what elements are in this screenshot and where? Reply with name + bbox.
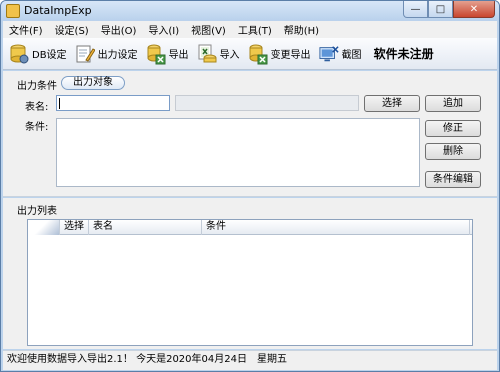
table-name-label: 表名: [25, 102, 49, 113]
database-change-icon [248, 43, 268, 65]
edit-condition-button[interactable]: 条件编辑 [425, 171, 481, 188]
output-conditions-label: 出力条件 [17, 81, 57, 92]
excel-import-icon [197, 43, 217, 65]
tab-output-object[interactable]: 出力对象 [61, 76, 125, 90]
unregistered-notice: 软件未注册 [373, 47, 434, 61]
window-controls: — □ ✕ [403, 1, 495, 18]
menu-file[interactable]: 文件(F) [3, 22, 49, 37]
change-export-label: 变更导出 [270, 50, 311, 61]
import-label: 导入 [219, 50, 240, 61]
text-cursor [59, 98, 60, 109]
toolbar: DB设定 出力设定 导出 导入 变更导出 截图 软件未注册 [3, 38, 497, 70]
table-name-input[interactable] [56, 95, 170, 111]
menu-settings[interactable]: 设定(S) [49, 22, 95, 37]
db-settings-button[interactable]: DB设定 [9, 43, 67, 65]
select-button[interactable]: 选择 [364, 95, 420, 112]
condition-label: 条件: [25, 122, 49, 133]
add-button[interactable]: 追加 [425, 95, 481, 112]
grid-corner[interactable] [28, 220, 60, 235]
menu-view[interactable]: 视图(V) [185, 22, 232, 37]
column-header-condition[interactable]: 条件 [202, 220, 470, 235]
export-button[interactable]: 导出 [146, 43, 189, 65]
title-bar: DataImpExp — □ ✕ [1, 1, 499, 21]
minimize-button[interactable]: — [403, 1, 428, 18]
output-settings-label: 出力设定 [97, 50, 138, 61]
app-window: DataImpExp — □ ✕ 文件(F) 设定(S) 导出(O) 导入(I)… [0, 0, 500, 372]
menu-import[interactable]: 导入(I) [142, 22, 185, 37]
condition-textarea[interactable] [56, 118, 420, 187]
menu-bar: 文件(F) 设定(S) 导出(O) 导入(I) 视图(V) 工具(T) 帮助(H… [3, 21, 497, 38]
import-button[interactable]: 导入 [197, 43, 240, 65]
status-bar: 欢迎使用数据导入导出2.1！ 今天是2020年04月24日 星期五 [3, 350, 497, 370]
screenshot-icon [319, 43, 339, 65]
column-header-select[interactable]: 选择 [60, 220, 89, 235]
menu-export[interactable]: 导出(O) [95, 22, 143, 37]
minimize-icon: — [410, 3, 421, 15]
document-pencil-icon [75, 43, 95, 65]
window-title: DataImpExp [24, 4, 92, 17]
maximize-icon: □ [435, 3, 446, 15]
output-list-panel: 出力列表 选择 表名 条件 [3, 198, 497, 349]
database-gear-icon [9, 43, 29, 65]
delete-button[interactable]: 删除 [425, 143, 481, 160]
output-list-label: 出力列表 [17, 206, 57, 217]
output-settings-button[interactable]: 出力设定 [75, 43, 138, 65]
column-header-table-name[interactable]: 表名 [89, 220, 202, 235]
app-icon [6, 4, 20, 18]
close-button[interactable]: ✕ [453, 1, 495, 18]
change-export-button[interactable]: 变更导出 [248, 43, 311, 65]
modify-button[interactable]: 修正 [425, 120, 481, 137]
export-label: 导出 [168, 50, 189, 61]
screenshot-label: 截图 [341, 50, 362, 61]
screenshot-button[interactable]: 截图 [319, 43, 362, 65]
menu-help[interactable]: 帮助(H) [278, 22, 325, 37]
maximize-button[interactable]: □ [428, 1, 453, 18]
db-settings-label: DB设定 [32, 50, 67, 61]
menu-tools[interactable]: 工具(T) [232, 22, 278, 37]
grid-header: 选择 表名 条件 [28, 220, 472, 235]
close-icon: ✕ [469, 3, 479, 15]
output-list-grid[interactable]: 选择 表名 条件 [27, 219, 473, 346]
output-conditions-panel: 出力条件 出力对象 表名: 选择 追加 条件: 修正 删除 条件编辑 [3, 71, 497, 197]
database-export-icon [146, 43, 166, 65]
table-name-display [175, 95, 359, 111]
